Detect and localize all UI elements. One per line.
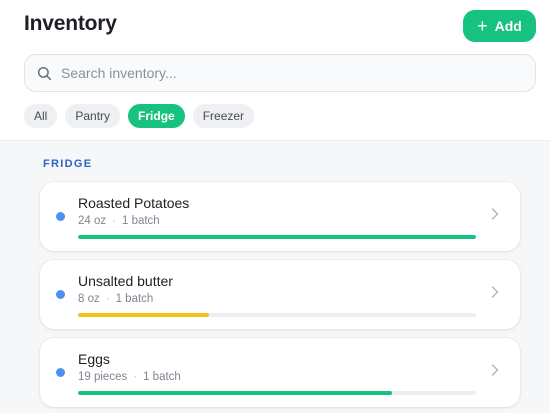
filter-chip-label: Pantry [75, 109, 111, 123]
search-input[interactable] [61, 65, 501, 81]
inventory-item-card[interactable]: Eggs 19 pieces · 1 batch [40, 338, 520, 407]
item-meta: 19 pieces · 1 batch [78, 371, 181, 383]
filter-chips: All Pantry Fridge Freezer [24, 104, 255, 128]
meta-separator: · [112, 215, 116, 227]
filter-chip-label: Fridge [138, 109, 175, 123]
stock-level-fill [78, 313, 210, 317]
search-icon [37, 66, 52, 80]
chevron-right-icon [491, 208, 499, 220]
section-heading: FRIDGE [43, 158, 93, 170]
inventory-item-card[interactable]: Roasted Potatoes 24 oz · 1 batch [40, 182, 520, 251]
item-quantity: 24 oz [78, 215, 107, 227]
header: Inventory + Add All Pantry Fridge Freeze… [0, 0, 550, 141]
meta-separator: · [105, 293, 110, 305]
stock-level-bar [78, 235, 476, 239]
inventory-item-card[interactable]: Unsalted butter 8 oz · 1 batch [40, 260, 520, 329]
add-button-label: Add [494, 18, 522, 34]
item-name: Roasted Potatoes [78, 195, 190, 211]
status-dot-icon [56, 290, 65, 299]
chevron-right-icon [491, 364, 499, 376]
stock-level-bar [78, 313, 476, 317]
filter-chip-freezer[interactable]: Freezer [192, 104, 255, 128]
item-batches: 1 batch [115, 293, 154, 305]
page-title: Inventory [24, 12, 117, 35]
stock-level-bar [78, 391, 476, 395]
filter-chip-all[interactable]: All [24, 104, 58, 128]
filter-chip-label: All [34, 109, 48, 123]
item-name: Eggs [78, 351, 110, 367]
filter-chip-fridge[interactable]: Fridge [128, 104, 185, 128]
item-batches: 1 batch [121, 215, 160, 227]
stock-level-fill [78, 235, 476, 239]
item-quantity: 19 pieces [78, 371, 128, 383]
add-button[interactable]: + Add [463, 10, 536, 42]
meta-separator: · [133, 371, 138, 383]
item-name: Unsalted butter [78, 273, 173, 289]
status-dot-icon [56, 212, 65, 221]
item-quantity: 8 oz [78, 293, 100, 305]
plus-icon: + [477, 16, 488, 36]
chevron-right-icon [491, 286, 499, 298]
filter-chip-label: Freezer [202, 109, 245, 123]
item-meta: 8 oz · 1 batch [78, 293, 153, 305]
filter-chip-pantry[interactable]: Pantry [65, 104, 121, 128]
item-meta: 24 oz · 1 batch [78, 215, 160, 227]
item-batches: 1 batch [143, 371, 181, 383]
status-dot-icon [56, 368, 65, 377]
stock-level-fill [78, 391, 393, 395]
search-bar[interactable] [24, 54, 536, 92]
